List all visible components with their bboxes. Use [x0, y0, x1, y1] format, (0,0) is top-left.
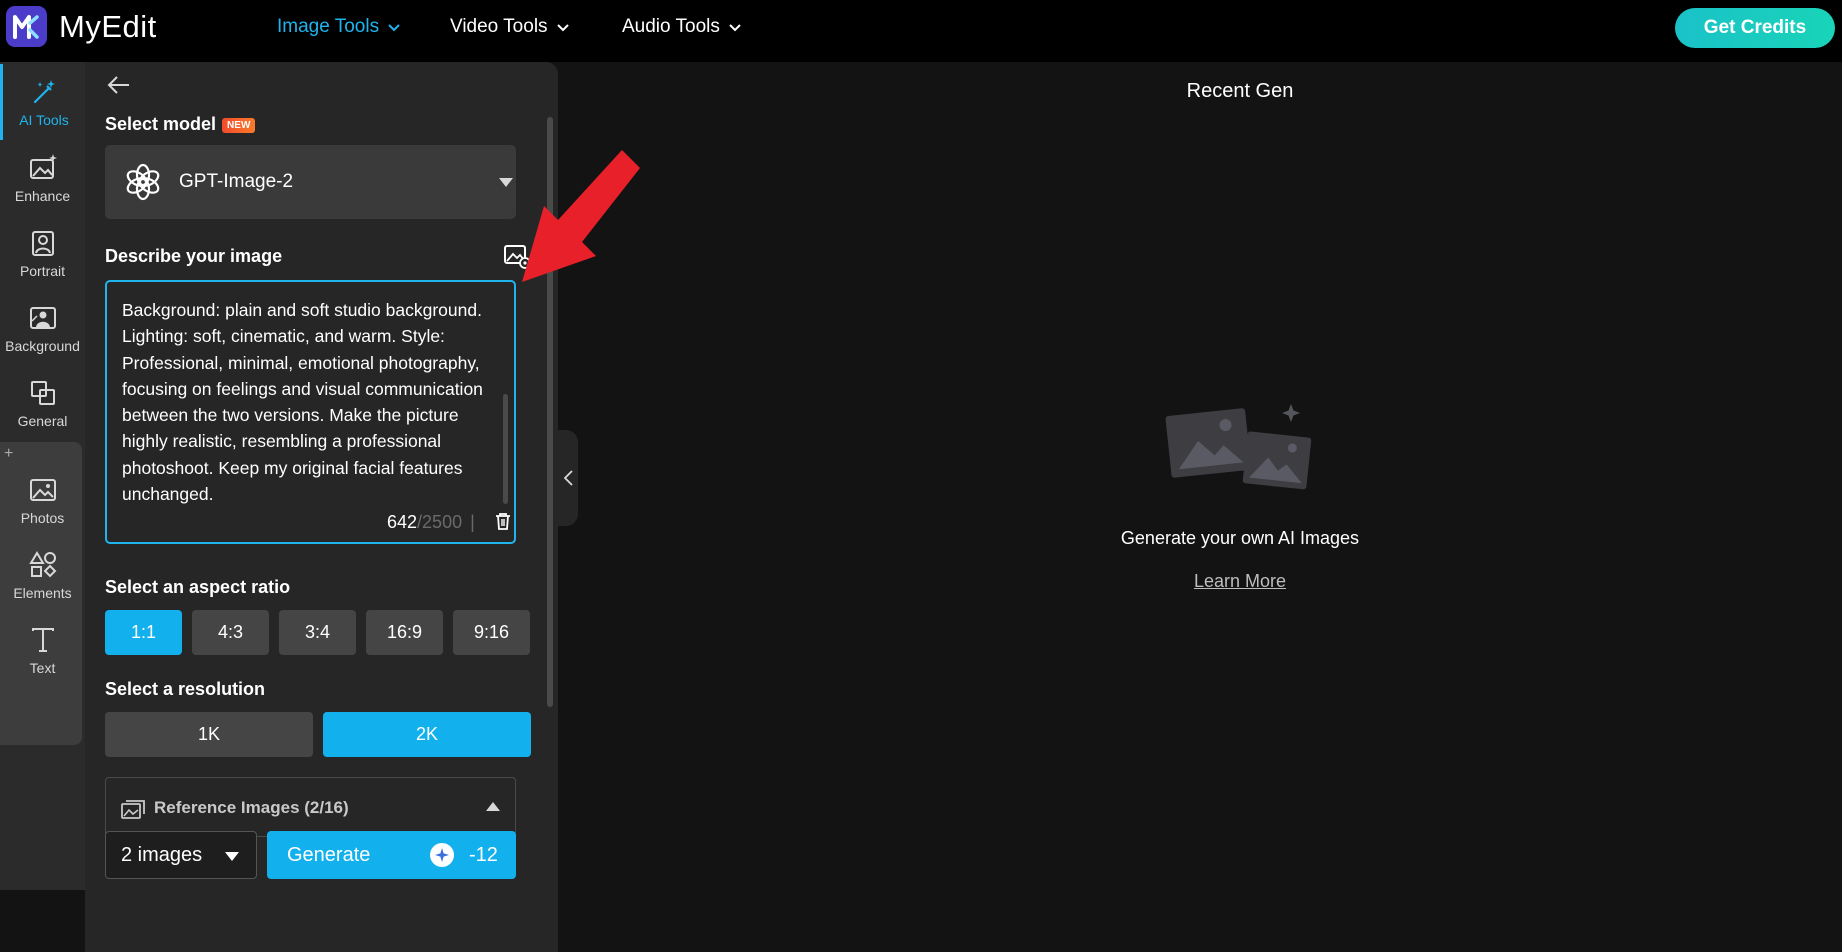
- aspect-option-3-4[interactable]: 3:4: [279, 610, 356, 655]
- nav-audio-tools[interactable]: Audio Tools: [622, 16, 741, 38]
- text-icon: [31, 627, 54, 652]
- resolution-label: Select a resolution: [105, 679, 266, 699]
- tool-panel: Select model NEW GPT-Image-2 Describe you…: [85, 62, 558, 952]
- enhance-image-icon: [29, 153, 57, 179]
- rail-item-elements[interactable]: Elements: [0, 537, 85, 613]
- app-logo[interactable]: MyEdit: [6, 6, 157, 47]
- openai-logo-icon: [126, 163, 160, 201]
- select-model-heading: Select model NEW: [105, 114, 256, 135]
- nav-image-tools-label: Image Tools: [277, 16, 380, 37]
- rail-item-label: Text: [29, 659, 56, 676]
- plus-icon[interactable]: +: [4, 445, 13, 463]
- images-icon: [121, 800, 145, 819]
- empty-gallery-icon: [1165, 404, 1312, 490]
- resolution-option-1k[interactable]: 1K: [105, 712, 313, 757]
- get-credits-button[interactable]: Get Credits: [1675, 8, 1835, 48]
- aspect-option-4-3[interactable]: 4:3: [192, 610, 269, 655]
- empty-state-text: Generate your own AI Images: [1120, 528, 1360, 548]
- rail-item-text[interactable]: Text: [0, 612, 85, 688]
- generate-cost: -12: [469, 844, 498, 866]
- caret-down-icon: [225, 852, 239, 861]
- portrait-icon: [31, 230, 54, 256]
- reference-images-section[interactable]: Reference Images (2/16): [105, 777, 516, 837]
- nav-video-tools-label: Video Tools: [450, 16, 548, 37]
- rail-item-background[interactable]: Background: [0, 290, 85, 366]
- rail-item-portrait[interactable]: Portrait: [0, 215, 85, 291]
- char-separator: |: [470, 512, 475, 532]
- generate-button[interactable]: Generate -12: [267, 831, 516, 879]
- aspect-option-16-9[interactable]: 16:9: [366, 610, 443, 655]
- rail-item-label: Portrait: [19, 262, 66, 279]
- rail-item-ai-tools[interactable]: AI Tools: [0, 64, 85, 140]
- rail-item-label: AI Tools: [19, 111, 69, 128]
- learn-more-link[interactable]: Learn More: [1140, 571, 1340, 592]
- aspect-ratio-label: Select an aspect ratio: [105, 577, 291, 597]
- rail-item-photos[interactable]: Photos: [0, 462, 85, 538]
- prompt-scrollbar[interactable]: [503, 394, 508, 504]
- reference-images-label: Reference Images (2/16): [154, 798, 349, 817]
- prompt-text[interactable]: Background: plain and soft studio backgr…: [122, 297, 502, 507]
- photos-icon: [29, 478, 56, 501]
- resolution-option-2k[interactable]: 2K: [323, 712, 531, 757]
- chevron-down-icon: [556, 16, 569, 38]
- model-name: GPT-Image-2: [179, 171, 294, 192]
- rail-item-label: Elements: [13, 584, 72, 601]
- back-arrow-icon[interactable]: [107, 75, 131, 95]
- image-count-value: 2 images: [121, 844, 203, 866]
- chevron-down-icon: [388, 16, 400, 38]
- describe-label: Describe your image: [105, 246, 283, 266]
- elements-icon: [28, 550, 56, 577]
- prompt-textarea[interactable]: Background: plain and soft studio backgr…: [105, 280, 516, 544]
- chevron-left-icon: [563, 470, 573, 486]
- nav-image-tools[interactable]: Image Tools: [277, 16, 400, 38]
- image-count-dropdown[interactable]: 2 images: [105, 831, 257, 879]
- magic-wand-icon: [33, 79, 55, 103]
- new-badge: NEW: [222, 117, 256, 133]
- top-bar: MyEdit Image Tools Video Tools Audio Too…: [0, 0, 1842, 62]
- nav-video-tools[interactable]: Video Tools: [450, 16, 569, 38]
- rail-item-label: Enhance: [14, 187, 71, 204]
- annotation-arrow-icon: [522, 150, 640, 282]
- general-icon: [30, 380, 55, 405]
- char-count: 642: [387, 512, 418, 532]
- app-name: MyEdit: [59, 8, 157, 44]
- char-counter: 642/2500 |: [387, 512, 483, 533]
- nav-audio-tools-label: Audio Tools: [622, 16, 720, 37]
- select-model-label: Select model: [105, 114, 217, 134]
- myedit-logo-icon: [6, 6, 47, 47]
- credit-icon: [430, 843, 454, 867]
- caret-up-icon[interactable]: [486, 802, 500, 811]
- rail-item-label: Photos: [20, 509, 65, 526]
- chevron-down-icon: [729, 16, 741, 38]
- generate-bar: [85, 880, 558, 952]
- model-dropdown[interactable]: GPT-Image-2: [105, 145, 516, 219]
- collapse-panel-button[interactable]: [558, 430, 578, 526]
- aspect-option-9-16[interactable]: 9:16: [453, 610, 530, 655]
- rail-item-label: Background: [5, 337, 80, 354]
- background-icon: [29, 306, 56, 329]
- char-max: /2500: [417, 512, 463, 532]
- rail-item-label: General: [17, 412, 68, 429]
- left-rail: + AI Tools Enhance Portrait Background G…: [0, 62, 85, 890]
- recent-gen-title: Recent Gen: [1186, 80, 1294, 102]
- generate-label: Generate: [287, 844, 371, 866]
- rail-item-enhance[interactable]: Enhance: [0, 140, 85, 216]
- trash-icon[interactable]: [495, 512, 511, 530]
- rail-item-general[interactable]: General: [0, 365, 85, 441]
- aspect-option-1-1[interactable]: 1:1: [105, 610, 182, 655]
